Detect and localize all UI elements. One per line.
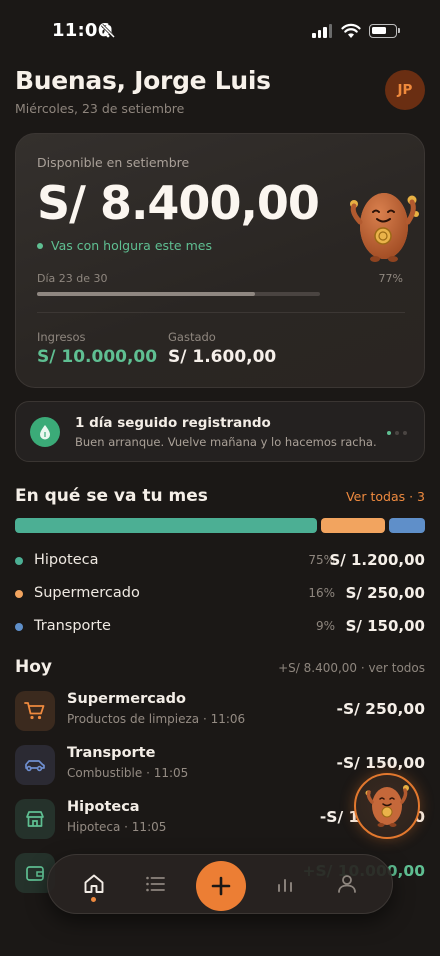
category-percent: 9% xyxy=(315,619,335,633)
month-day-label: Día 23 de 30 xyxy=(37,272,108,285)
mascot-icon xyxy=(350,193,419,262)
nav-profile[interactable] xyxy=(332,869,362,899)
nav-home[interactable] xyxy=(79,869,109,899)
avatar[interactable]: JP xyxy=(385,70,425,110)
income-value: S/ 10.000,00 xyxy=(37,347,158,367)
spending-bar-segment-supermercado xyxy=(320,518,385,533)
category-dot xyxy=(15,590,23,598)
balance-amount: S/ 8.400,00 xyxy=(37,176,320,230)
house-icon xyxy=(15,799,55,839)
current-date: Miércoles, 23 de setiembre xyxy=(15,101,185,116)
balance-status-text: Vas con holgura este mes xyxy=(51,238,212,253)
category-name: Hipoteca xyxy=(34,552,99,568)
divider xyxy=(37,312,405,313)
see-all-categories-link[interactable]: Ver todas · 3 xyxy=(346,489,425,504)
transaction-detail: Productos de limpieza · 11:06 xyxy=(67,712,246,726)
balance-card: Disponible en setiembre S/ 8.400,00 Vas … xyxy=(15,133,425,388)
battery-icon xyxy=(369,24,397,38)
transaction-row[interactable]: Supermercado Productos de limpieza · 11:… xyxy=(15,690,425,732)
streak-card[interactable]: 1 día seguido registrando Buen arranque.… xyxy=(15,401,425,462)
balance-status: Vas con holgura este mes xyxy=(37,238,212,253)
month-progress-fill xyxy=(37,292,255,296)
streak-title: 1 día seguido registrando xyxy=(75,415,271,431)
income-label: Ingresos xyxy=(37,330,86,344)
wifi-icon xyxy=(341,23,361,38)
month-progress-percent: 77% xyxy=(378,272,403,285)
category-row-transporte[interactable]: Transporte 9% S/ 150,00 xyxy=(15,616,425,638)
cellular-signal-icon xyxy=(312,24,332,38)
transaction-amount: -S/ 150,00 xyxy=(336,754,425,772)
streak-subtitle: Buen arranque. Vuelve mañana y lo hacemo… xyxy=(75,435,377,449)
nav-active-indicator xyxy=(91,897,96,902)
category-amount: S/ 250,00 xyxy=(345,584,425,602)
transaction-detail: Hipoteca · 11:05 xyxy=(67,820,167,834)
today-section-title: Hoy xyxy=(15,657,52,677)
status-dot-icon xyxy=(37,242,43,249)
mascot-icon xyxy=(365,785,409,827)
user-icon xyxy=(338,875,356,893)
bar-chart-icon xyxy=(278,879,292,892)
carousel-dots[interactable] xyxy=(387,431,407,435)
spending-bar-segment-transporte xyxy=(388,518,425,533)
cart-icon xyxy=(15,691,55,731)
list-icon xyxy=(146,876,165,892)
assistant-mascot-button[interactable] xyxy=(354,773,420,839)
category-row-supermercado[interactable]: Supermercado 16% S/ 250,00 xyxy=(15,583,425,605)
spending-bar xyxy=(15,518,425,533)
category-dot xyxy=(15,557,23,565)
spent-label: Gastado xyxy=(168,330,216,344)
transaction-name: Supermercado xyxy=(67,691,186,707)
plus-icon xyxy=(211,876,231,896)
nav-stats[interactable] xyxy=(270,869,300,899)
transaction-detail: Combustible · 11:05 xyxy=(67,766,189,780)
category-name: Transporte xyxy=(34,618,111,634)
transaction-name: Hipoteca xyxy=(67,799,140,815)
transaction-name: Transporte xyxy=(67,745,156,761)
category-percent: 16% xyxy=(308,586,335,600)
nav-transactions[interactable] xyxy=(140,869,170,899)
category-dot xyxy=(15,623,23,631)
status-bar: 11:06 xyxy=(0,0,440,62)
category-amount: S/ 1.200,00 xyxy=(329,551,425,569)
category-amount: S/ 150,00 xyxy=(345,617,425,635)
today-summary-link[interactable]: +S/ 8.400,00 · ver todos xyxy=(278,661,425,675)
spent-value: S/ 1.600,00 xyxy=(168,347,277,367)
transaction-amount: -S/ 250,00 xyxy=(336,700,425,718)
add-transaction-button[interactable] xyxy=(196,861,246,911)
balance-label: Disponible en setiembre xyxy=(37,155,190,170)
category-row-hipoteca[interactable]: Hipoteca 75% S/ 1.200,00 xyxy=(15,550,425,572)
spending-section-title: En qué se va tu mes xyxy=(15,486,208,506)
car-icon xyxy=(15,745,55,785)
spending-bar-segment-hipoteca xyxy=(15,518,317,533)
droplet-icon xyxy=(30,417,60,447)
bottom-navigation xyxy=(47,854,393,914)
category-name: Supermercado xyxy=(34,585,140,601)
bell-off-icon xyxy=(100,23,116,39)
month-progress-bar xyxy=(37,292,320,296)
page-title: Buenas, Jorge Luis xyxy=(15,66,271,95)
home-icon xyxy=(84,874,104,893)
